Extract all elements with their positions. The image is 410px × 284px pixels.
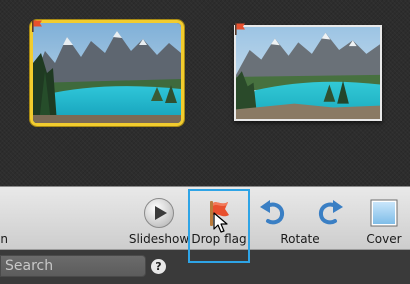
cover-icon bbox=[368, 197, 400, 229]
slideshow-button[interactable]: Slideshow bbox=[126, 187, 192, 249]
search-input[interactable]: Search bbox=[0, 255, 146, 277]
help-icon[interactable]: ? bbox=[151, 259, 166, 274]
rotate-right-button[interactable] bbox=[314, 187, 346, 249]
photo-grid bbox=[0, 0, 410, 186]
mouse-pointer-icon bbox=[213, 212, 229, 234]
cover-button[interactable]: Cover bbox=[358, 187, 410, 249]
flag-badge-icon bbox=[233, 22, 247, 36]
slideshow-label: Slideshow bbox=[128, 232, 190, 246]
cover-label: Cover bbox=[366, 232, 402, 246]
flag-badge-icon bbox=[30, 19, 44, 33]
rotate-right-icon bbox=[314, 197, 346, 229]
toolbar-partial-label: n bbox=[0, 232, 8, 246]
play-icon bbox=[143, 197, 175, 229]
photo-thumbnail[interactable] bbox=[234, 25, 382, 121]
toolbar-partial-button[interactable]: n bbox=[0, 187, 10, 249]
photo-thumbnail-selected[interactable] bbox=[30, 20, 184, 126]
